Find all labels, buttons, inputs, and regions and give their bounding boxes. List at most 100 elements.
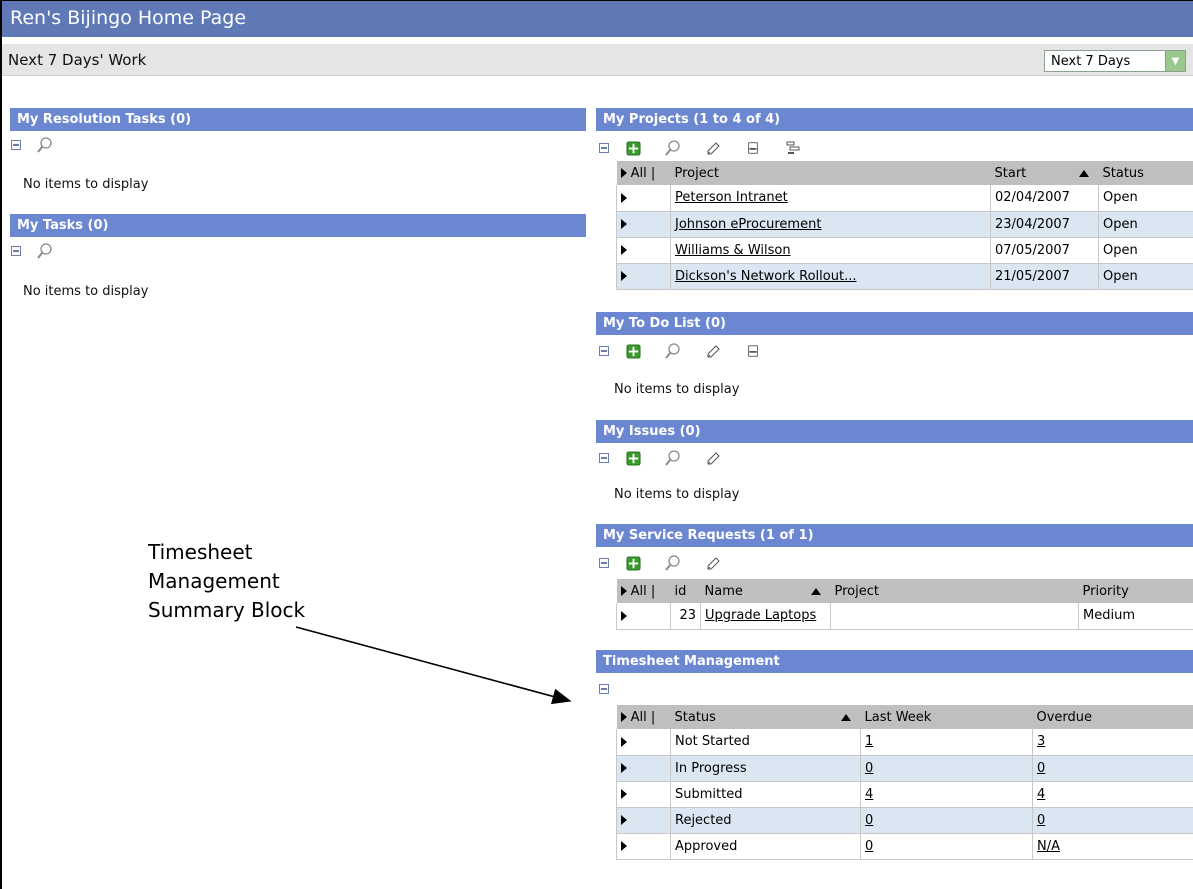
project-link[interactable]: Johnson eProcurement	[675, 217, 821, 232]
resolution-tasks-empty: No items to display	[23, 177, 149, 192]
search-icon[interactable]	[662, 449, 684, 467]
project-link[interactable]: Dickson's Network Rollout...	[675, 269, 856, 284]
table-row[interactable]: Peterson Intranet 02/04/2007 Open	[616, 185, 1193, 212]
period-select[interactable]: Next 7 Days ▼	[1044, 50, 1186, 72]
expand-icon[interactable]	[621, 245, 627, 255]
table-row[interactable]: Approved 0 N/A	[616, 833, 1193, 860]
table-row[interactable]: Rejected 0 0	[616, 807, 1193, 834]
delete-icon[interactable]	[742, 139, 764, 157]
last-week-link[interactable]: 0	[865, 761, 873, 776]
issues-empty: No items to display	[614, 487, 740, 502]
annotation-label: Timesheet Management Summary Block	[148, 538, 305, 625]
status-cell: Open	[1098, 185, 1193, 212]
my-tasks-empty: No items to display	[23, 284, 149, 299]
search-icon[interactable]	[662, 554, 684, 572]
column-header-project[interactable]: Project	[670, 161, 991, 185]
search-icon[interactable]	[662, 342, 684, 360]
column-header-all[interactable]: All |	[616, 161, 671, 185]
table-row[interactable]: Submitted 4 4	[616, 781, 1193, 808]
add-icon[interactable]	[622, 342, 644, 360]
edit-icon[interactable]	[702, 342, 724, 360]
column-header-status[interactable]: Status	[670, 705, 861, 729]
table-row[interactable]: Dickson's Network Rollout... 21/05/2007 …	[616, 263, 1193, 290]
status-cell: Submitted	[670, 781, 861, 808]
expand-icon[interactable]	[621, 763, 627, 773]
expand-icon	[620, 168, 627, 178]
collapse-icon[interactable]	[598, 342, 610, 360]
edit-icon[interactable]	[702, 449, 724, 467]
collapse-icon[interactable]	[598, 449, 610, 467]
period-select-value: Next 7 Days	[1051, 53, 1131, 69]
window-title: Ren's Bijingo Home Page	[2, 1, 1193, 37]
todo-empty: No items to display	[614, 382, 740, 397]
expand-icon[interactable]	[621, 271, 627, 281]
overdue-link[interactable]: N/A	[1037, 839, 1060, 854]
edit-icon[interactable]	[702, 554, 724, 572]
last-week-link[interactable]: 4	[865, 787, 873, 802]
service-request-link[interactable]: Upgrade Laptops	[705, 608, 816, 623]
column-header-start[interactable]: Start	[990, 161, 1099, 185]
overdue-link[interactable]: 0	[1037, 813, 1045, 828]
start-cell: 07/05/2007	[990, 237, 1099, 264]
expand-icon[interactable]	[621, 815, 627, 825]
collapse-icon[interactable]	[598, 554, 610, 572]
search-icon[interactable]	[34, 136, 56, 154]
gantt-icon[interactable]	[782, 139, 804, 157]
table-row[interactable]: Johnson eProcurement 23/04/2007 Open	[616, 211, 1193, 238]
expand-icon[interactable]	[621, 736, 627, 747]
column-header-id[interactable]: id	[670, 579, 701, 603]
collapse-icon[interactable]	[10, 136, 22, 154]
project-link[interactable]: Williams & Wilson	[675, 243, 791, 258]
column-header-last-week[interactable]: Last Week	[860, 705, 1033, 729]
add-icon[interactable]	[622, 139, 644, 157]
column-header-priority[interactable]: Priority	[1078, 579, 1193, 603]
table-row[interactable]: Williams & Wilson 07/05/2007 Open	[616, 237, 1193, 264]
expand-icon[interactable]	[621, 219, 627, 229]
issues-toolbar	[598, 448, 742, 468]
overdue-link[interactable]: 4	[1037, 787, 1045, 802]
last-week-link[interactable]: 0	[865, 839, 873, 854]
column-header-overdue[interactable]: Overdue	[1032, 705, 1193, 729]
column-header-status[interactable]: Status	[1098, 161, 1193, 185]
projects-table: All | Project Start Status Peterson Intr…	[616, 161, 1193, 290]
search-icon[interactable]	[662, 139, 684, 157]
status-cell: Not Started	[670, 729, 861, 756]
annotation-line: Summary Block	[148, 598, 306, 622]
resolution-tasks-toolbar	[10, 135, 74, 155]
expand-icon[interactable]	[621, 789, 627, 799]
table-row[interactable]: 23 Upgrade Laptops Medium	[616, 603, 1193, 630]
status-cell: Open	[1098, 237, 1193, 264]
table-row[interactable]: In Progress 0 0	[616, 755, 1193, 782]
status-cell: Open	[1098, 211, 1193, 238]
last-week-link[interactable]: 0	[865, 813, 873, 828]
start-cell: 21/05/2007	[990, 263, 1099, 290]
status-cell: Open	[1098, 263, 1193, 290]
add-icon[interactable]	[622, 554, 644, 572]
start-cell: 23/04/2007	[990, 211, 1099, 238]
timesheet-toolbar	[598, 679, 622, 699]
expand-icon[interactable]	[621, 610, 627, 621]
expand-icon[interactable]	[621, 841, 627, 851]
project-link[interactable]: Peterson Intranet	[675, 190, 788, 205]
column-header-name[interactable]: Name	[700, 579, 831, 603]
chevron-down-icon[interactable]: ▼	[1165, 51, 1185, 71]
overdue-link[interactable]: 3	[1037, 734, 1045, 749]
overdue-link[interactable]: 0	[1037, 761, 1045, 776]
column-header-project[interactable]: Project	[830, 579, 1079, 603]
delete-icon[interactable]	[742, 342, 764, 360]
table-row[interactable]: Not Started 1 3	[616, 729, 1193, 756]
add-icon[interactable]	[622, 449, 644, 467]
collapse-icon[interactable]	[10, 242, 22, 260]
service-requests-toolbar	[598, 553, 742, 573]
last-week-link[interactable]: 1	[865, 734, 873, 749]
search-icon[interactable]	[34, 242, 56, 260]
expand-icon[interactable]	[621, 192, 627, 203]
column-header-all[interactable]: All |	[616, 705, 671, 729]
collapse-icon[interactable]	[598, 680, 610, 698]
todo-header: My To Do List (0)	[596, 312, 1193, 335]
collapse-icon[interactable]	[598, 139, 610, 157]
status-cell: In Progress	[670, 755, 861, 782]
edit-icon[interactable]	[702, 139, 724, 157]
annotation-line: Timesheet	[148, 540, 253, 564]
column-header-all[interactable]: All |	[616, 579, 671, 603]
